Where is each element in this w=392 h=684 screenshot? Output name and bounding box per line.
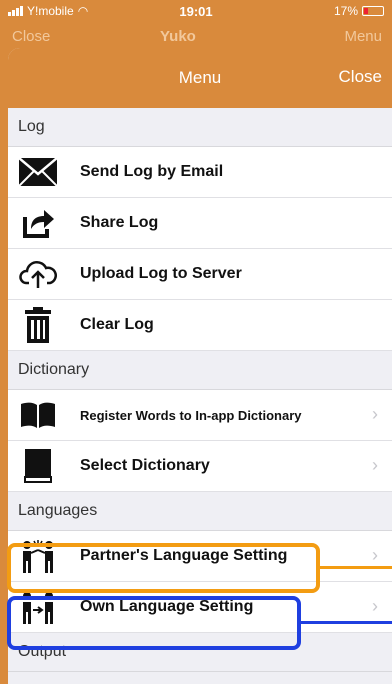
background-close-button: Close [12,28,51,45]
status-bar: Y!mobile ◠ 19:01 17% [0,0,392,22]
callout-line-blue [301,621,392,624]
share-icon [18,203,58,243]
upload-log-label: Upload Log to Server [80,265,242,282]
highlight-own-language [7,596,301,650]
highlight-partner-language [7,543,320,593]
send-log-email-row[interactable]: Send Log by Email [8,147,392,198]
cloud-upload-icon [18,254,58,294]
envelope-icon [18,152,58,192]
background-title: Yuko [160,28,196,45]
clear-log-label: Clear Log [80,316,154,333]
menu-title: Menu [178,68,222,87]
select-dictionary-label: Select Dictionary [80,457,210,474]
register-words-label: Register Words to In-app Dictionary [80,407,302,423]
chevron-right-icon: › [372,596,378,616]
chevron-right-icon: › [372,545,378,565]
battery-percent: 17% [333,4,358,18]
send-log-email-label: Send Log by Email [80,163,224,180]
background-nav-bar: Close Yuko Menu [0,22,392,48]
trash-icon [18,305,58,345]
book-icon [18,446,58,486]
open-book-icon [18,395,58,435]
clear-log-row[interactable]: Clear Log [8,300,392,351]
chevron-right-icon: › [372,404,378,424]
background-menu-button: Menu [344,28,382,45]
register-words-row[interactable]: Register Words to In-app Dictionary › [8,390,392,441]
battery-icon [362,6,384,16]
select-dictionary-row[interactable]: Select Dictionary › [8,441,392,492]
upload-log-row[interactable]: Upload Log to Server [8,249,392,300]
chevron-right-icon: › [372,455,378,475]
share-log-row[interactable]: Share Log [8,198,392,249]
callout-line-orange [320,566,392,569]
menu-header: Menu Close [8,48,392,108]
section-languages: Languages [8,492,392,531]
share-log-label: Share Log [80,214,159,231]
close-button[interactable]: Close [339,67,382,87]
section-dictionary: Dictionary [8,351,392,390]
section-log: Log [8,108,392,147]
